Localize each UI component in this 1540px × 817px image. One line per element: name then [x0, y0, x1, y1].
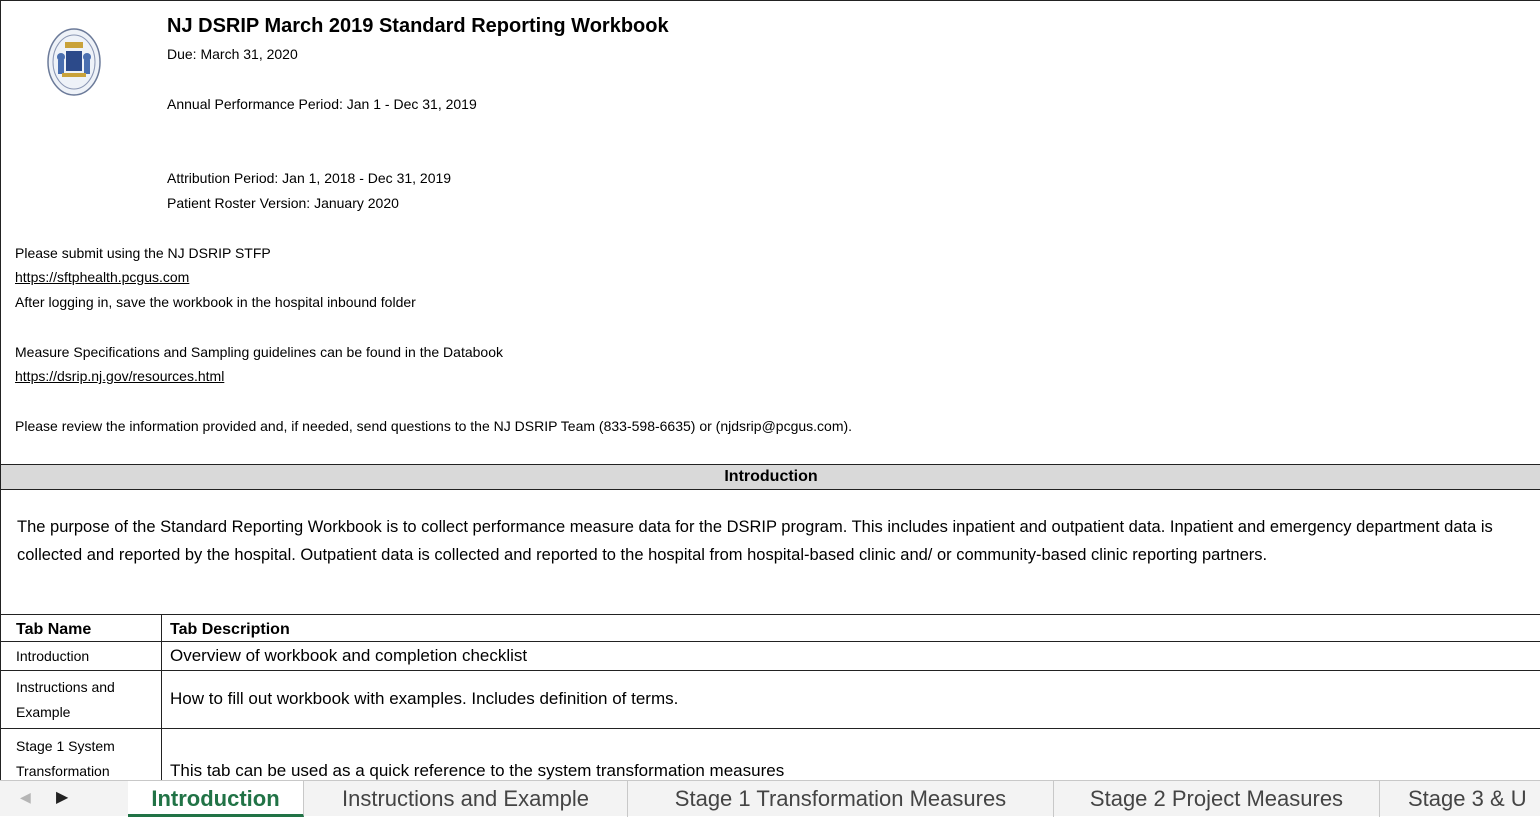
performance-period: Annual Performance Period: Jan 1 - Dec 3…	[167, 96, 477, 112]
tab-instructions-and-example[interactable]: Instructions and Example	[304, 781, 628, 817]
table-row-stage1-name-line2[interactable]: Transformation	[16, 759, 110, 780]
databook-note: Measure Specifications and Sampling guid…	[15, 344, 503, 360]
row-divider	[1, 670, 1540, 671]
sftp-link[interactable]: https://sftphealth.pcgus.com	[15, 268, 189, 286]
table-row-introduction-description[interactable]: Overview of workbook and completion chec…	[170, 644, 527, 668]
resources-link[interactable]: https://dsrip.nj.gov/resources.html	[15, 367, 224, 385]
workbook-title: NJ DSRIP March 2019 Standard Reporting W…	[167, 15, 669, 37]
table-row-introduction-name[interactable]: Introduction	[16, 644, 89, 668]
roster-version: Patient Roster Version: January 2020	[167, 195, 399, 211]
table-top-border	[1, 614, 1540, 615]
introduction-text: The purpose of the Standard Reporting Wo…	[17, 518, 1493, 564]
sheet-tab-bar: ◀ ▶ Introduction Instructions and Exampl…	[0, 780, 1540, 817]
column-divider	[161, 614, 162, 780]
scroll-tabs-right-icon[interactable]: ▶	[56, 787, 68, 807]
submit-instruction: Please submit using the NJ DSRIP STFP	[15, 245, 271, 261]
questions-note: Please review the information provided a…	[15, 418, 853, 434]
table-row-instructions-name-line2[interactable]: Example	[16, 700, 70, 724]
due-date: Due: March 31, 2020	[167, 46, 298, 62]
tab-stage-1-transformation-measures[interactable]: Stage 1 Transformation Measures	[628, 781, 1054, 817]
table-row-instructions-name-line1[interactable]: Instructions and	[16, 675, 115, 699]
worksheet[interactable]: NJ DSRIP March 2019 Standard Reporting W…	[0, 0, 1540, 780]
nj-state-seal-logo	[47, 28, 101, 96]
tab-stage-2-project-measures[interactable]: Stage 2 Project Measures	[1054, 781, 1380, 817]
save-instruction: After logging in, save the workbook in t…	[15, 294, 416, 310]
tab-description-header: Tab Description	[170, 621, 290, 638]
attribution-period: Attribution Period: Jan 1, 2018 - Dec 31…	[167, 170, 452, 186]
table-row-stage1-description[interactable]: This tab can be used as a quick referenc…	[170, 759, 784, 780]
tab-introduction[interactable]: Introduction	[128, 781, 304, 817]
row-divider	[1, 728, 1540, 729]
tab-stage-3[interactable]: Stage 3 & U	[1380, 781, 1540, 817]
table-row-stage1-name-line1[interactable]: Stage 1 System	[16, 734, 115, 758]
introduction-heading: Introduction	[1, 464, 1540, 490]
scroll-tabs-left-icon[interactable]: ◀	[20, 789, 31, 806]
table-row-instructions-description[interactable]: How to fill out workbook with examples. …	[170, 687, 678, 711]
tab-name-header: Tab Name	[16, 621, 92, 638]
